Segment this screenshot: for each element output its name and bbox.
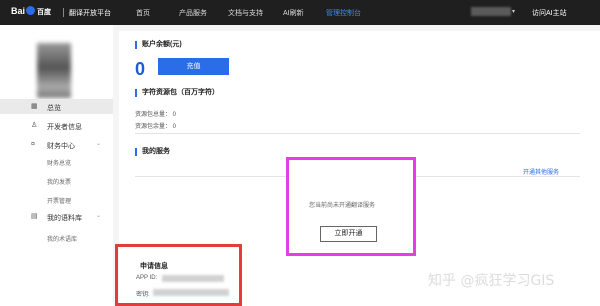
nav-ai[interactable]: AI刷新 — [283, 8, 304, 18]
application-title: 申请信息 — [140, 263, 168, 270]
balance-title: 账户余额(元) — [135, 41, 182, 49]
pack-total: 资源包总量： 0 — [135, 112, 177, 118]
sidebar-sub-invoice[interactable]: 我的发票 — [47, 177, 71, 186]
user-menu[interactable] — [471, 7, 511, 16]
sidebar-item-label: 开发者信息 — [47, 124, 82, 131]
chevron-down-icon[interactable]: ▾ — [512, 8, 515, 15]
divider — [135, 133, 580, 134]
recharge-button[interactable]: 充值 — [158, 58, 229, 75]
user-icon: ♙ — [31, 122, 38, 129]
open-now-button[interactable]: 立即开通 — [320, 226, 377, 242]
baidu-logo[interactable]: Bai 百度 — [11, 6, 51, 17]
nav-console[interactable]: 管理控制台 — [326, 8, 361, 18]
visit-ai-link[interactable]: 访问AI主站 — [532, 8, 567, 18]
top-nav-bar: Bai 百度 翻译开放平台 首页 产品服务 文档与支持 AI刷新 管理控制台 ▾ … — [0, 0, 600, 25]
chevron-down-icon: ⌄ — [96, 213, 102, 219]
sidebar-sub-invoicing[interactable]: 开票管理 — [47, 196, 71, 205]
sidebar-item-label: 财务中心 — [47, 143, 75, 150]
app-id-label: APP ID: — [136, 275, 158, 281]
chevron-down-icon: ⌄ — [96, 141, 102, 147]
nav-home[interactable]: 首页 — [136, 8, 150, 18]
no-service-text: 您当前尚未开通翻译服务 — [309, 203, 376, 209]
finance-icon: ¤ — [31, 141, 35, 148]
nav-products[interactable]: 产品服务 — [179, 8, 207, 18]
app-id-value — [162, 275, 224, 282]
open-more-link[interactable]: 开通其他服务 — [523, 167, 559, 176]
divider — [63, 8, 64, 17]
sidebar-item-developer[interactable]: ♙ 开发者信息 — [0, 118, 113, 133]
watermark: 知乎 @疯狂学习GIS — [428, 273, 555, 289]
paw-icon — [26, 6, 36, 15]
secret-label: 密钥: — [136, 292, 150, 298]
avatar[interactable] — [37, 43, 71, 98]
corpus-icon: ▤ — [31, 213, 38, 220]
nav-docs[interactable]: 文档与支持 — [228, 8, 263, 18]
sidebar-item-label: 我的语料库 — [47, 215, 82, 222]
sidebar-item-label: 总览 — [47, 105, 61, 112]
sidebar-item-corpus[interactable]: ▤ 我的语料库 ⌄ — [0, 209, 113, 224]
pack-remain: 资源包余量： 0 — [135, 124, 177, 130]
grid-icon: ▦ — [31, 103, 38, 110]
sidebar-item-finance[interactable]: ¤ 财务中心 ⌄ — [0, 137, 113, 152]
sidebar-item-overview[interactable]: ▦ 总览 — [0, 99, 113, 114]
sidebar-sub-terms[interactable]: 我的术语库 — [47, 234, 77, 243]
sidebar-sub-finance-overview[interactable]: 财务总览 — [47, 158, 71, 167]
platform-name: 翻译开放平台 — [69, 10, 111, 17]
secret-value — [153, 289, 229, 296]
balance-value: 0 — [135, 59, 146, 79]
services-title: 我的服务 — [135, 148, 170, 156]
char-pack-title: 字符资源包（百万字符） — [135, 89, 219, 97]
